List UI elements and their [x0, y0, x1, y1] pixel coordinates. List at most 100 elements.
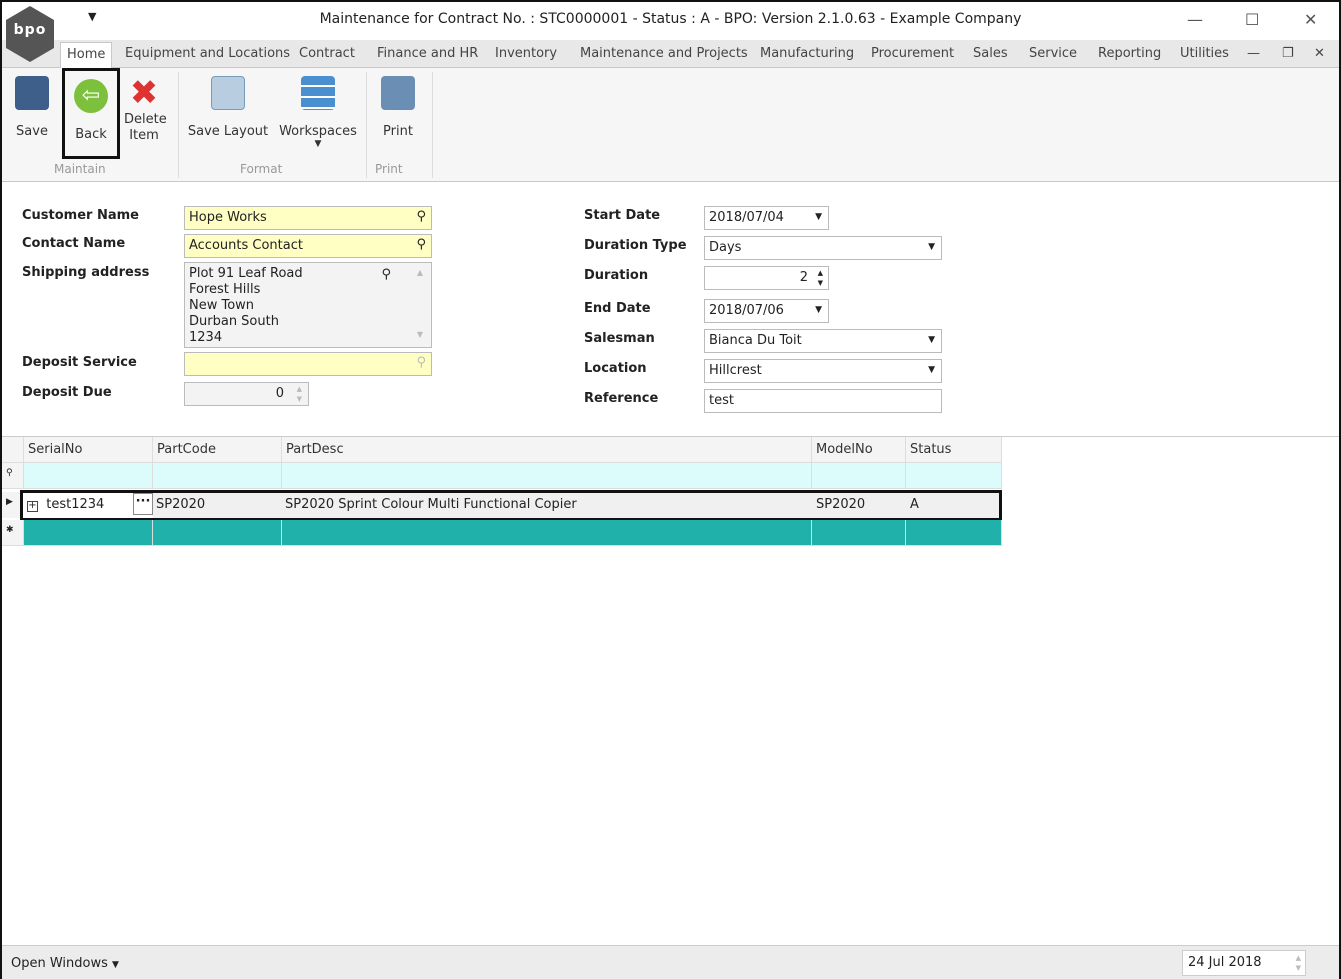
contact-name-label: Contact Name — [22, 236, 126, 251]
tab-inventory[interactable]: Inventory — [495, 46, 557, 61]
search-icon[interactable]: ⚲ — [416, 355, 426, 370]
tab-home[interactable]: Home — [60, 42, 113, 69]
search-icon[interactable]: ⚲ — [416, 237, 426, 252]
address-line: Forest Hills — [189, 282, 261, 297]
start-date-picker[interactable]: 2018/07/04 — [704, 206, 829, 230]
customer-name-field[interactable]: Hope Works ⚲ — [184, 206, 432, 230]
tab-sales[interactable]: Sales — [973, 46, 1008, 61]
back-arrow-icon: ⇦ — [74, 79, 108, 113]
deposit-service-field[interactable]: ⚲ — [184, 352, 432, 376]
search-icon[interactable]: ⚲ — [416, 209, 426, 224]
column-header-partcode[interactable]: PartCode — [153, 437, 282, 463]
reference-input[interactable]: test — [704, 389, 942, 413]
scroll-up-icon[interactable]: ▲ — [417, 265, 423, 281]
mdi-restore-button[interactable]: ❐ — [1282, 46, 1294, 61]
column-header-partdesc[interactable]: PartDesc — [282, 437, 812, 463]
tab-procurement[interactable]: Procurement — [871, 46, 954, 61]
spin-icon[interactable]: ▲ ▼ — [297, 384, 302, 404]
reference-label: Reference — [584, 391, 659, 406]
tab-contract[interactable]: Contract — [299, 46, 355, 61]
shipping-address-field[interactable]: Plot 91 Leaf Road Forest Hills New Town … — [184, 262, 432, 348]
delete-label: Delete Item — [124, 112, 167, 143]
save-layout-button[interactable]: Save Layout — [186, 76, 270, 139]
address-line: 1234 — [189, 330, 223, 345]
duration-type-value: Days — [709, 240, 742, 255]
back-button[interactable]: ⇦ Back — [62, 68, 120, 159]
new-row-cell[interactable] — [24, 520, 153, 546]
deposit-due-field[interactable]: 0 ▲ ▼ — [184, 382, 309, 406]
delete-item-button[interactable]: ✖ Delete Item — [120, 76, 168, 144]
filter-cell[interactable] — [282, 463, 812, 489]
date-value: 24 Jul 2018 — [1188, 955, 1262, 970]
filter-cell[interactable] — [24, 463, 153, 489]
new-row-icon: ✱ — [2, 520, 24, 546]
printer-icon — [381, 76, 415, 110]
tab-reporting[interactable]: Reporting — [1098, 46, 1161, 61]
salesman-label: Salesman — [584, 331, 655, 346]
start-date-value: 2018/07/04 — [709, 210, 784, 225]
close-button[interactable]: ✕ — [1304, 10, 1317, 29]
duration-label: Duration — [584, 268, 649, 283]
filter-cell[interactable] — [153, 463, 282, 489]
tab-maintenance[interactable]: Maintenance and Projects — [580, 46, 748, 61]
new-row-cell[interactable] — [153, 520, 282, 546]
customer-name-label: Customer Name — [22, 208, 139, 223]
partcode-cell[interactable]: SP2020 — [156, 497, 205, 512]
duration-type-select[interactable]: Days — [704, 236, 942, 260]
address-line: Plot 91 Leaf Road — [189, 266, 303, 281]
contact-name-field[interactable]: Accounts Contact ⚲ — [184, 234, 432, 258]
table-row[interactable]: + test1234 ··· SP2020 SP2020 Sprint Colou… — [20, 490, 1002, 521]
new-row-cell[interactable] — [906, 520, 1002, 546]
location-select[interactable]: Hillcrest — [704, 359, 942, 383]
duration-stepper[interactable]: 2 ▲ ▼ — [704, 266, 829, 290]
serialno-value: test1234 — [46, 497, 105, 512]
quick-access-dropdown-icon[interactable]: ▼ — [88, 10, 96, 23]
workspaces-button[interactable]: Workspaces ▼ — [278, 76, 358, 149]
column-header-status[interactable]: Status — [906, 437, 1002, 463]
print-button[interactable]: Print — [376, 76, 420, 139]
tab-finance[interactable]: Finance and HR — [377, 46, 478, 61]
column-header-modelno[interactable]: ModelNo — [812, 437, 906, 463]
status-cell[interactable]: A — [910, 497, 919, 512]
group-maintain: Maintain — [54, 162, 106, 176]
tab-utilities[interactable]: Utilities — [1180, 46, 1229, 61]
save-button[interactable]: Save — [12, 76, 52, 139]
expand-icon[interactable]: + — [27, 501, 38, 512]
partdesc-cell[interactable]: SP2020 Sprint Colour Multi Functional Co… — [285, 497, 577, 512]
serialno-cell[interactable]: + test1234 ··· — [23, 493, 153, 518]
salesman-select[interactable]: Bianca Du Toit — [704, 329, 942, 353]
minimize-button[interactable]: — — [1187, 10, 1203, 29]
ellipsis-button[interactable]: ··· — [133, 493, 153, 515]
filter-cell[interactable] — [812, 463, 906, 489]
grid-icon — [301, 76, 335, 110]
row-indicator-header — [2, 437, 24, 463]
address-line: Durban South — [189, 314, 279, 329]
mdi-close-button[interactable]: ✕ — [1314, 46, 1325, 61]
modelno-cell[interactable]: SP2020 — [816, 497, 865, 512]
title-bar: Maintenance for Contract No. : STC000000… — [2, 2, 1339, 40]
new-row-cell[interactable] — [282, 520, 812, 546]
new-row-cell[interactable] — [812, 520, 906, 546]
tab-manufacturing[interactable]: Manufacturing — [760, 46, 854, 61]
search-icon[interactable]: ⚲ — [381, 267, 391, 283]
tab-equipment[interactable]: Equipment and Locations — [125, 46, 290, 61]
end-date-picker[interactable]: 2018/07/06 — [704, 299, 829, 323]
ribbon-tabs: Home Equipment and Locations Contract Fi… — [2, 40, 1339, 69]
mdi-minimize-button[interactable]: — — [1247, 46, 1260, 61]
duration-value: 2 — [799, 270, 808, 285]
open-windows-button[interactable]: Open Windows ▼ — [11, 956, 119, 971]
customer-name-value: Hope Works — [189, 210, 267, 225]
duration-type-label: Duration Type — [584, 238, 687, 253]
date-field[interactable]: 24 Jul 2018 ▲ ▼ — [1182, 950, 1306, 976]
column-header-serialno[interactable]: SerialNo — [24, 437, 153, 463]
tab-service[interactable]: Service — [1029, 46, 1077, 61]
status-bar: Open Windows ▼ 24 Jul 2018 ▲ ▼ — [2, 945, 1339, 979]
window-title: Maintenance for Contract No. : STC000000… — [319, 11, 1022, 27]
open-windows-label: Open Windows — [11, 956, 108, 971]
spin-icon[interactable]: ▲ ▼ — [1296, 953, 1301, 973]
scroll-down-icon[interactable]: ▼ — [417, 327, 423, 343]
spin-icon[interactable]: ▲ ▼ — [818, 268, 823, 288]
filter-cell[interactable] — [906, 463, 1002, 489]
maximize-button[interactable]: ☐ — [1245, 10, 1259, 29]
location-label: Location — [584, 361, 647, 376]
